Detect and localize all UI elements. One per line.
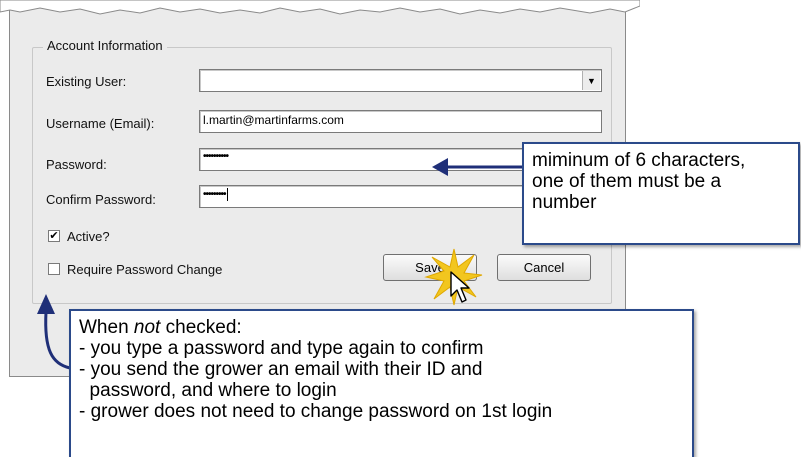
cancel-button[interactable]: Cancel <box>497 254 591 281</box>
callout-line: - you type a password and type again to … <box>79 338 484 359</box>
arrow-left-icon <box>432 158 522 176</box>
text-caret <box>226 188 228 201</box>
existing-user-combobox[interactable]: ▼ <box>199 69 602 92</box>
torn-edge-decoration <box>0 0 640 15</box>
heading-emphasis: not <box>133 317 161 338</box>
require-password-change-label: Require Password Change <box>67 262 223 277</box>
existing-user-dropdown-button[interactable]: ▼ <box>582 71 600 90</box>
not-checked-callout: When not checked: - you type a password … <box>69 309 694 457</box>
confirm-password-field[interactable]: ••••••••• <box>199 185 529 208</box>
callout-line: miminum of 6 characters, <box>532 150 746 171</box>
username-field[interactable]: l.martin@martinfarms.com <box>199 110 602 133</box>
existing-user-label: Existing User: <box>46 74 127 89</box>
confirm-password-label: Confirm Password: <box>46 192 156 207</box>
username-label: Username (Email): <box>46 116 155 131</box>
username-value: l.martin@martinfarms.com <box>203 113 344 127</box>
chevron-down-icon: ▼ <box>587 75 596 86</box>
groupbox-title: Account Information <box>43 38 167 53</box>
callout-line: number <box>532 192 597 213</box>
confirm-password-value: ••••••••• <box>203 189 226 201</box>
password-rule-callout: miminum of 6 characters, one of them mus… <box>522 142 800 245</box>
password-label: Password: <box>46 157 107 172</box>
callout-line: password, and where to login <box>79 380 337 401</box>
require-password-change-checkbox[interactable] <box>48 263 60 275</box>
mouse-pointer-icon <box>450 271 470 303</box>
heading-prefix: When <box>79 317 134 338</box>
password-value: •••••••••• <box>203 151 229 162</box>
callout-heading: When not checked: <box>79 317 684 338</box>
callout-line: - you send the grower an email with thei… <box>79 359 483 380</box>
callout-line: - grower does not need to change passwor… <box>79 401 553 422</box>
active-checkbox[interactable]: ✔ <box>48 230 60 242</box>
heading-suffix: checked: <box>160 317 242 338</box>
active-label: Active? <box>67 229 110 244</box>
callout-line: one of them must be a <box>532 171 722 192</box>
